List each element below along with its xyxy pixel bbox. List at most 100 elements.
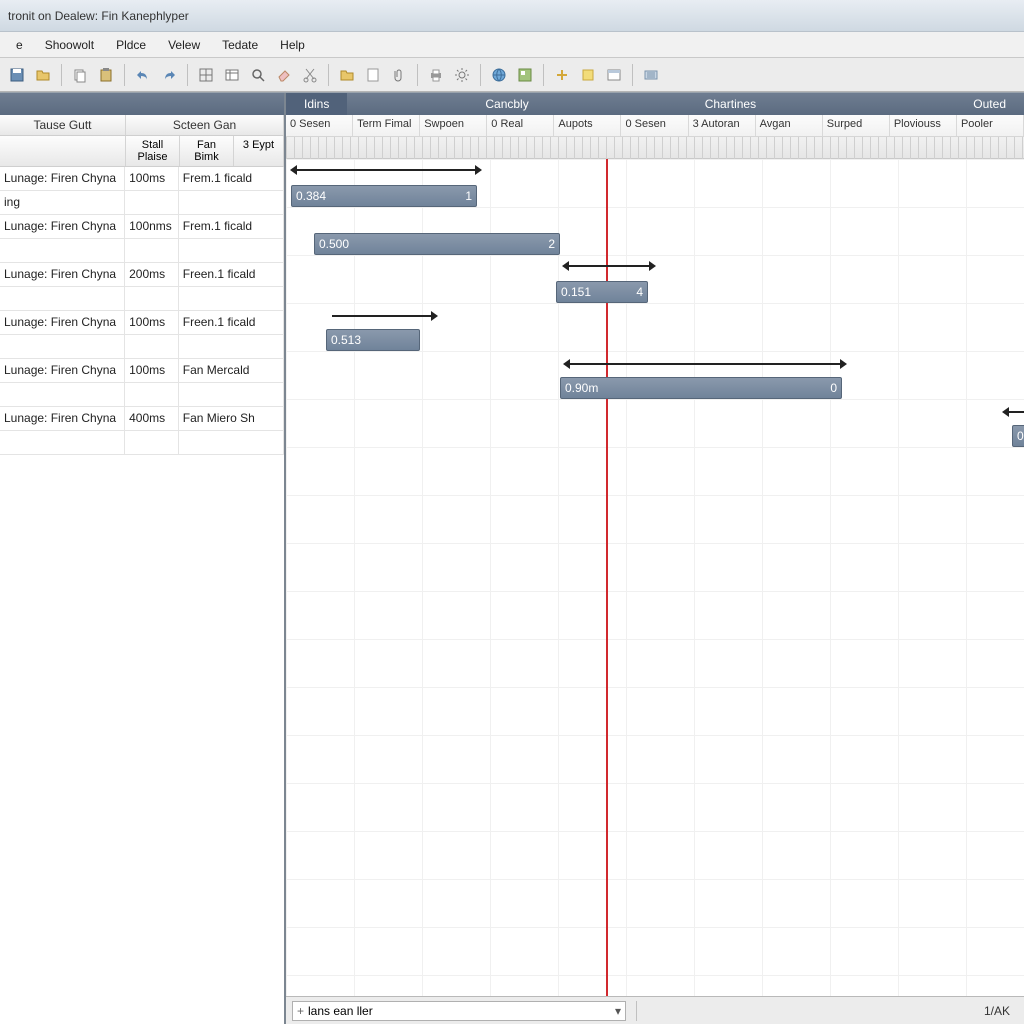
gantt-bar[interactable]: 0.151 4 (556, 281, 648, 303)
menu-file[interactable]: e (6, 35, 33, 55)
print-icon[interactable] (425, 64, 447, 86)
cell-type (179, 239, 284, 262)
new-icon[interactable] (362, 64, 384, 86)
table-icon[interactable] (221, 64, 243, 86)
add-icon[interactable] (551, 64, 573, 86)
bar-label-left: 0.500 (319, 237, 349, 251)
save-icon[interactable] (6, 64, 28, 86)
table-row[interactable]: Lunage: Firen Chyna400msFan Miero Sh (0, 407, 284, 431)
title-bar[interactable]: tronit on Dealew: Fin Kanephlyper (0, 0, 1024, 32)
menu-help[interactable]: Help (270, 35, 315, 55)
bar-label-left: 0.151 (561, 285, 591, 299)
tab-outed[interactable]: Outed (955, 93, 1024, 115)
dependency-arrow (569, 363, 841, 365)
tab-cancbly[interactable]: Cancbly (467, 93, 546, 115)
table-row[interactable]: Lunage: Firen Chyna100nmsFrem.1 ficald (0, 215, 284, 239)
gantt-chart[interactable]: 0.384 1 0.5002 0.151 4 0.513 0.90m0 0 (286, 159, 1024, 996)
bar-label-left: 0 (1017, 429, 1024, 443)
table-row[interactable]: Lunage: Firen Chyna100msFan Mercald (0, 359, 284, 383)
menu-view[interactable]: Velew (158, 35, 210, 55)
globe-icon[interactable] (488, 64, 510, 86)
table-row[interactable]: Lunage: Firen Chyna100msFrem.1 ficald (0, 167, 284, 191)
note-icon[interactable] (577, 64, 599, 86)
zoom-icon[interactable] (247, 64, 269, 86)
command-input-box[interactable]: + ▾ (292, 1001, 626, 1021)
menu-show[interactable]: Shoowolt (35, 35, 104, 55)
table-row[interactable]: Lunage: Firen Chyna200msFreen.1 ficald (0, 263, 284, 287)
cell-duration: 200ms (125, 263, 179, 286)
bottom-spacer (636, 1001, 978, 1021)
cell-name: Lunage: Firen Chyna (0, 215, 125, 238)
copy-icon[interactable] (69, 64, 91, 86)
erase-icon[interactable] (273, 64, 295, 86)
cell-duration (125, 431, 179, 454)
timescale-tick: 0 Real (487, 115, 554, 136)
grid-header-fan[interactable]: Fan Bimk (180, 136, 234, 166)
undo-icon[interactable] (132, 64, 154, 86)
cell-type: Fan Miero Sh (179, 407, 284, 430)
gantt-bar[interactable]: 0.513 (326, 329, 420, 351)
grid-header-stall[interactable]: Stall Plaise (126, 136, 180, 166)
folder-icon[interactable] (336, 64, 358, 86)
misc-icon[interactable] (640, 64, 662, 86)
grid-header-blank[interactable] (0, 136, 126, 166)
timescale-tick: 3 Autoran (689, 115, 756, 136)
plus-icon: + (297, 1004, 304, 1018)
table-row[interactable] (0, 287, 284, 311)
gear-icon[interactable] (451, 64, 473, 86)
timescale-tick: Pooler (957, 115, 1024, 136)
timescale-tick: Term Fimal (353, 115, 420, 136)
tab-strip: Idins Cancbly Chartines Outed (286, 93, 1024, 115)
cell-duration: 100ms (125, 359, 179, 382)
cell-name (0, 383, 125, 406)
chevron-down-icon[interactable]: ▾ (615, 1004, 621, 1018)
table-row[interactable] (0, 383, 284, 407)
gantt-bar[interactable]: 0.90m0 (560, 377, 842, 399)
timescale[interactable]: 0 SesenTerm FimalSwpoen0 RealAupots0 Ses… (286, 115, 1024, 159)
cell-type (179, 287, 284, 310)
timescale-tick: Ploviouss (890, 115, 957, 136)
toolbar (0, 58, 1024, 92)
menu-tedate[interactable]: Tedate (212, 35, 268, 55)
tab-idins[interactable]: Idins (286, 93, 347, 115)
grid-icon[interactable] (195, 64, 217, 86)
gantt-bar[interactable]: 0.384 1 (291, 185, 477, 207)
bar-label-left: 0.384 (296, 189, 326, 203)
open-icon[interactable] (32, 64, 54, 86)
cell-name (0, 239, 125, 262)
table-row[interactable] (0, 335, 284, 359)
gantt-bar[interactable]: 0 (1012, 425, 1024, 447)
cell-duration (125, 335, 179, 358)
cell-duration: 400ms (125, 407, 179, 430)
cut-icon[interactable] (299, 64, 321, 86)
timescale-tick: Avgan (756, 115, 823, 136)
attach-icon[interactable] (388, 64, 410, 86)
table-row[interactable] (0, 431, 284, 455)
table-row[interactable]: ing (0, 191, 284, 215)
cell-type: Fan Mercald (179, 359, 284, 382)
redo-icon[interactable] (158, 64, 180, 86)
layers-icon[interactable] (514, 64, 536, 86)
grid-header-tause[interactable]: Tause Gutt (0, 115, 126, 135)
timescale-tick: Swpoen (420, 115, 487, 136)
cell-name (0, 335, 125, 358)
cell-duration (125, 239, 179, 262)
bar-label-right: 1 (465, 189, 472, 203)
cell-type: Freen.1 ficald (179, 311, 284, 334)
grid-header-1: Tause Gutt Scteen Gan (0, 115, 284, 136)
cell-name: Lunage: Firen Chyna (0, 407, 125, 430)
tab-chartines[interactable]: Chartines (687, 93, 774, 115)
gantt-bar[interactable]: 0.5002 (314, 233, 560, 255)
grid-header-eypt[interactable]: 3 Eypt (234, 136, 284, 166)
menu-place[interactable]: Pldce (106, 35, 156, 55)
command-input[interactable] (308, 1004, 615, 1018)
cell-duration (125, 191, 179, 214)
cell-name (0, 431, 125, 454)
cell-type: Freen.1 ficald (179, 263, 284, 286)
window-icon[interactable] (603, 64, 625, 86)
paste-icon[interactable] (95, 64, 117, 86)
bar-label-right: 4 (636, 285, 643, 299)
table-row[interactable]: Lunage: Firen Chyna100msFreen.1 ficald (0, 311, 284, 335)
grid-header-screen[interactable]: Scteen Gan (126, 115, 284, 135)
table-row[interactable] (0, 239, 284, 263)
